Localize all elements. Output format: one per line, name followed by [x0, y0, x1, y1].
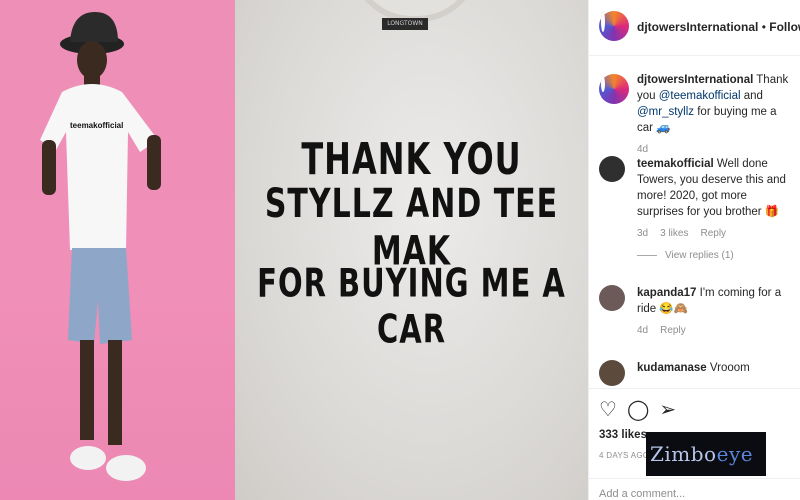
comment-likes[interactable]: 3 likes — [660, 228, 688, 239]
comment-time: 4d — [637, 325, 649, 336]
share-icon[interactable]: ➢ — [659, 399, 676, 421]
zimboeye-watermark-logo: Zimboeye — [646, 432, 766, 476]
commenter-avatar[interactable] — [599, 285, 625, 311]
follow-status-button[interactable]: Following — [769, 20, 800, 34]
post-header: djtowersInternational • Following — [589, 0, 800, 56]
comment-username[interactable]: teemakofficial — [637, 158, 714, 170]
post-photo-model: teemakofficial — [0, 0, 235, 500]
comment-divider — [589, 478, 800, 479]
like-count[interactable]: 333 likes — [599, 429, 647, 441]
add-comment-input[interactable]: Add a comment... — [599, 488, 685, 500]
commenter-avatar[interactable] — [599, 360, 625, 386]
heart-icon[interactable]: ♡ — [599, 399, 617, 421]
header-username[interactable]: djtowersInternational — [637, 20, 758, 34]
comment-icon[interactable]: ◯ — [627, 399, 649, 421]
comment-username[interactable]: kudamanase — [637, 362, 707, 374]
shirt-tag: LONGTOWN — [382, 18, 428, 30]
shirt-text-line-3: FOR BUYING ME A CAR — [257, 260, 566, 352]
post-age: 4 DAYS AGO — [599, 451, 650, 460]
caption-username[interactable]: djtowersInternational — [637, 74, 753, 86]
shirt-text-line-1: THANK YOU — [301, 133, 522, 185]
reply-button[interactable]: Reply — [660, 325, 686, 336]
view-replies-button[interactable]: View replies (1) — [665, 250, 734, 261]
mention-teemakofficial[interactable]: @teemakofficial — [659, 90, 741, 102]
caption-avatar[interactable] — [599, 74, 629, 104]
instagram-sidebar: djtowersInternational • Following djtowe… — [588, 0, 800, 500]
comment-time: 3d — [637, 228, 649, 239]
commenter-avatar[interactable] — [599, 156, 625, 182]
mention-mr-styllz[interactable]: @mr_styllz — [637, 106, 694, 118]
reply-button[interactable]: Reply — [700, 228, 726, 239]
comment-text: Vrooom — [706, 362, 750, 374]
model-illustration — [40, 12, 161, 481]
author-avatar[interactable] — [599, 11, 629, 41]
comment-username[interactable]: kapanda17 — [637, 287, 696, 299]
post-photo-shirt: LONGTOWN THANK YOU STYLLZ AND TEE MAK FO… — [235, 0, 588, 500]
model-shirt-text: teemakofficial — [70, 121, 124, 130]
header-text: djtowersInternational • Following — [637, 20, 800, 34]
